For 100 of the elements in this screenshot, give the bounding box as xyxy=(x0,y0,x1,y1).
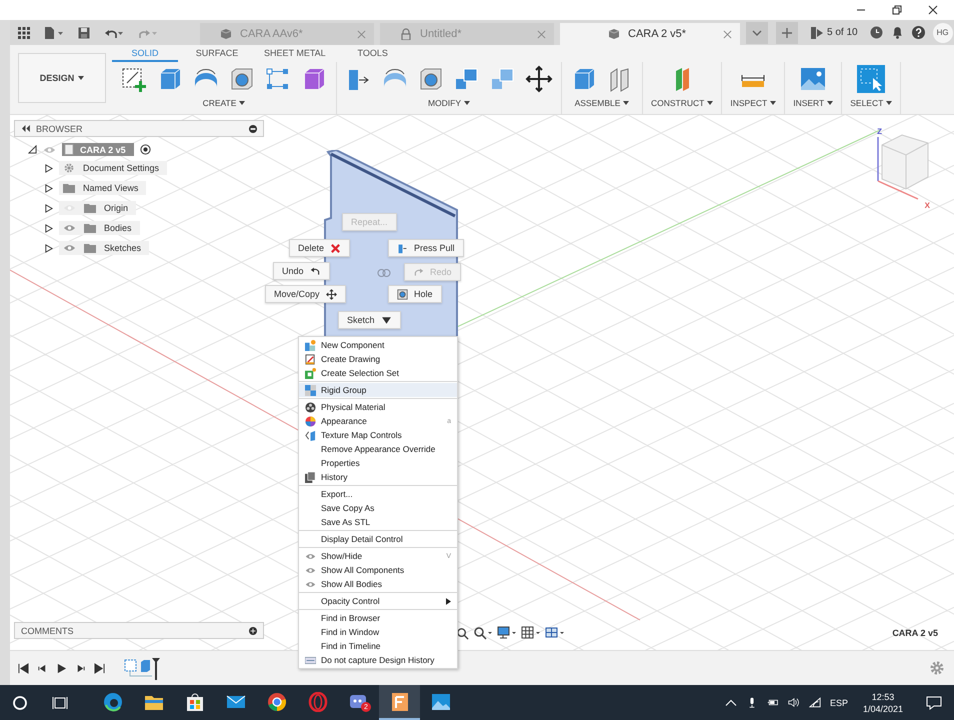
previous-frame-icon[interactable] xyxy=(37,662,48,674)
menu-item[interactable]: Find in Window xyxy=(299,625,457,639)
menu-item[interactable]: Create Selection Set xyxy=(299,366,457,380)
menu-item[interactable]: Create Drawing xyxy=(299,352,457,366)
radio-icon[interactable] xyxy=(140,144,151,155)
image-tool-icon[interactable] xyxy=(799,65,828,93)
close-icon[interactable] xyxy=(928,5,938,15)
expand-toggle-icon[interactable] xyxy=(44,244,53,252)
menu-item[interactable]: New Component xyxy=(299,338,457,352)
caret-icon xyxy=(707,101,714,105)
notifications-icon[interactable] xyxy=(926,696,942,710)
menu-item[interactable]: Show All Bodies xyxy=(299,577,457,591)
marking-menu-item[interactable]: Undo xyxy=(273,262,330,280)
eye-icon[interactable] xyxy=(63,224,76,232)
menu-item[interactable]: Find in Browser xyxy=(299,611,457,625)
save-icon[interactable] xyxy=(78,26,90,38)
timeline-features-drawing[interactable] xyxy=(123,656,163,680)
selection-set-icon xyxy=(304,368,316,378)
tab-list-button[interactable] xyxy=(746,22,768,44)
user-avatar[interactable]: HG xyxy=(932,22,953,42)
battery-icon[interactable] xyxy=(766,697,779,708)
menu-item[interactable]: Remove Appearance Override xyxy=(299,442,457,456)
marking-menu-item[interactable]: Press Pull xyxy=(388,239,464,257)
marking-menu-item[interactable]: Hole xyxy=(388,285,442,303)
marking-menu-item[interactable]: Delete xyxy=(289,239,350,257)
caret-icon xyxy=(464,101,470,105)
bell-icon[interactable] xyxy=(890,26,904,39)
browser-item[interactable]: Bodies xyxy=(59,221,140,235)
zoom-icon[interactable] xyxy=(456,626,469,640)
menu-item[interactable]: Opacity Control xyxy=(299,594,457,608)
add-comment-icon[interactable] xyxy=(249,626,257,634)
color-wheel-icon xyxy=(304,416,316,426)
select-tool-icon[interactable] xyxy=(857,65,886,93)
wifi-icon[interactable] xyxy=(808,697,821,708)
group-menu-button[interactable]: CREATE xyxy=(202,96,246,110)
browser-item[interactable]: Sketches xyxy=(59,241,150,255)
speaker-icon[interactable] xyxy=(788,697,800,708)
task-view-icon[interactable] xyxy=(52,694,68,710)
menu-item[interactable]: Properties xyxy=(299,456,457,470)
expand-toggle-icon[interactable] xyxy=(44,224,53,232)
menu-item[interactable]: Display Detail Control xyxy=(299,532,457,546)
expand-toggle-icon[interactable] xyxy=(28,145,37,154)
next-frame-icon[interactable] xyxy=(75,662,86,674)
file-icon[interactable] xyxy=(44,26,64,38)
group-menu-button[interactable]: INSERT xyxy=(793,96,834,110)
group-menu-button[interactable]: SELECT xyxy=(850,96,892,110)
new-tab-button[interactable] xyxy=(776,22,798,44)
menu-item[interactable]: Do not capture Design History xyxy=(299,653,457,667)
play-icon[interactable] xyxy=(56,662,67,674)
menu-item[interactable]: Save Copy As xyxy=(299,501,457,515)
eye-icon[interactable] xyxy=(63,244,76,252)
caret-icon xyxy=(239,101,246,105)
menu-item[interactable]: Export... xyxy=(299,487,457,501)
ribbon-tab[interactable]: TOOLS xyxy=(340,48,406,62)
clock-icon[interactable] xyxy=(870,26,883,39)
browser-item[interactable]: Origin xyxy=(59,201,136,215)
marking-menu-item[interactable]: Move/Copy xyxy=(265,285,346,303)
rigid-group-icon xyxy=(304,384,316,396)
viewports-icon[interactable] xyxy=(545,626,565,640)
clock[interactable]: 12:53 1/04/2021 xyxy=(862,690,903,714)
group-menu-button[interactable]: ASSEMBLE xyxy=(574,96,630,110)
browser-item[interactable]: Named Views xyxy=(59,181,146,195)
settings-icon[interactable] xyxy=(930,661,944,675)
input-language[interactable]: ESP xyxy=(830,698,848,708)
ribbon-tab[interactable]: SURFACE xyxy=(184,48,250,62)
first-frame-icon[interactable] xyxy=(18,662,29,674)
help-icon[interactable] xyxy=(912,26,925,39)
menu-item[interactable]: Show All Components xyxy=(299,563,457,577)
move-tool-icon[interactable] xyxy=(525,65,553,93)
group-menu-button[interactable]: CONSTRUCT xyxy=(651,96,714,110)
restore-icon[interactable] xyxy=(892,5,902,15)
menu-item[interactable]: Save As STL xyxy=(299,515,457,529)
expand-toggle-icon[interactable] xyxy=(44,204,53,212)
ribbon-tab[interactable]: SHEET METAL xyxy=(256,48,334,62)
group-menu-button[interactable]: INSPECT xyxy=(730,96,776,110)
display-settings-icon[interactable] xyxy=(497,626,517,640)
fusion-app-button[interactable] xyxy=(379,685,420,720)
menu-item[interactable]: Rigid Group xyxy=(299,383,457,397)
chevron-up-icon[interactable] xyxy=(724,697,737,708)
grid-settings-icon[interactable] xyxy=(521,626,541,640)
marking-menu-item[interactable]: Sketch xyxy=(338,311,401,329)
workspace-button[interactable]: DESIGN xyxy=(18,53,106,103)
expand-toggle-icon[interactable] xyxy=(44,184,53,192)
browser-item[interactable]: Document Settings xyxy=(59,161,168,175)
zoom-menu-icon[interactable] xyxy=(473,626,493,640)
group-menu-button[interactable]: MODIFY xyxy=(428,96,470,110)
job-status-button[interactable]: 5 of 10 xyxy=(806,26,862,38)
caret-icon xyxy=(886,101,892,105)
start-icon[interactable] xyxy=(12,694,28,710)
apps-grid-icon[interactable] xyxy=(18,26,30,38)
menu-item[interactable]: Physical Material xyxy=(299,400,457,414)
collapse-icon[interactable] xyxy=(21,125,30,132)
pin-icon[interactable] xyxy=(249,124,257,132)
document-tab[interactable]: CARA 2 v5* xyxy=(560,23,740,45)
photos-app-icon xyxy=(430,692,450,712)
menu-item[interactable]: Find in Timeline xyxy=(299,639,457,653)
menu-item[interactable]: Texture Map Controls xyxy=(299,428,457,442)
last-frame-icon[interactable] xyxy=(94,662,105,674)
menu-item[interactable]: History xyxy=(299,470,457,484)
expand-toggle-icon[interactable] xyxy=(44,164,53,172)
